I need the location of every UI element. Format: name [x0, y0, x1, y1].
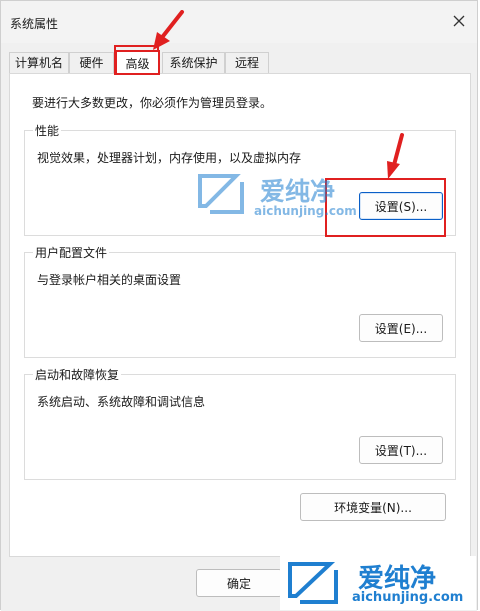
startup-recovery-settings-button[interactable]: 设置(T)... [359, 436, 443, 464]
startup-recovery-group: 启动和故障恢复 系统启动、系统故障和调试信息 设置(T)... [24, 366, 456, 480]
performance-group: 性能 视觉效果，处理器计划，内存使用，以及虚拟内存 设置(S)... [24, 122, 456, 236]
admin-notice: 要进行大多数更改，你必须作为管理员登录。 [32, 96, 273, 110]
tab-hardware[interactable]: 硬件 [69, 52, 114, 73]
startup-recovery-desc: 系统启动、系统故障和调试信息 [37, 395, 206, 409]
user-profile-settings-button[interactable]: 设置(E)... [359, 314, 443, 342]
performance-desc: 视觉效果，处理器计划，内存使用，以及虚拟内存 [37, 151, 302, 165]
close-icon[interactable] [451, 13, 467, 29]
system-properties-window: 系统属性 计算机名 硬件 高级 系统保护 远程 要进行大多数更改，你必须作为管理… [0, 0, 478, 611]
performance-settings-button[interactable]: 设置(S)... [359, 192, 443, 220]
window-title: 系统属性 [10, 17, 59, 31]
title-bar: 系统属性 [1, 1, 477, 43]
startup-recovery-label: 启动和故障恢复 [33, 366, 122, 383]
performance-label: 性能 [33, 122, 62, 139]
user-profile-desc: 与登录帐户相关的桌面设置 [37, 273, 182, 287]
footer-bar: 确定 [1, 557, 477, 611]
tab-remote[interactable]: 远程 [225, 52, 269, 73]
tab-computer-name[interactable]: 计算机名 [9, 52, 69, 73]
user-profile-label: 用户配置文件 [33, 244, 110, 261]
tab-advanced[interactable]: 高级 [115, 50, 160, 75]
user-profile-group: 用户配置文件 与登录帐户相关的桌面设置 设置(E)... [24, 244, 456, 358]
ok-button[interactable]: 确定 [196, 569, 282, 597]
environment-variables-button[interactable]: 环境变量(N)... [300, 493, 446, 521]
tab-system-protection[interactable]: 系统保护 [162, 52, 225, 73]
advanced-panel: 要进行大多数更改，你必须作为管理员登录。 性能 视觉效果，处理器计划，内存使用，… [9, 73, 471, 557]
